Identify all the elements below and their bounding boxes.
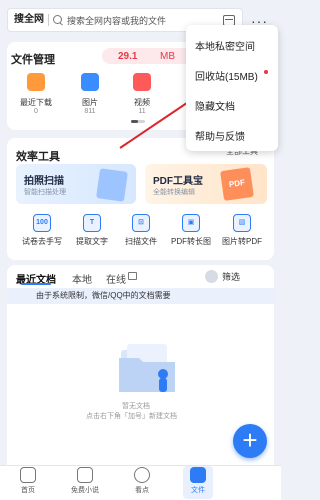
menu-item-private-space[interactable]: 本地私密空间 bbox=[195, 38, 255, 53]
menu-item-hidden-documents[interactable]: 隐藏文档 bbox=[195, 98, 235, 113]
notification-dot bbox=[264, 70, 268, 74]
menu-item-recycle-bin[interactable]: 回收站(15MB) bbox=[195, 68, 258, 83]
menu-item-help-feedback[interactable]: 帮助与反馈 bbox=[195, 128, 245, 143]
